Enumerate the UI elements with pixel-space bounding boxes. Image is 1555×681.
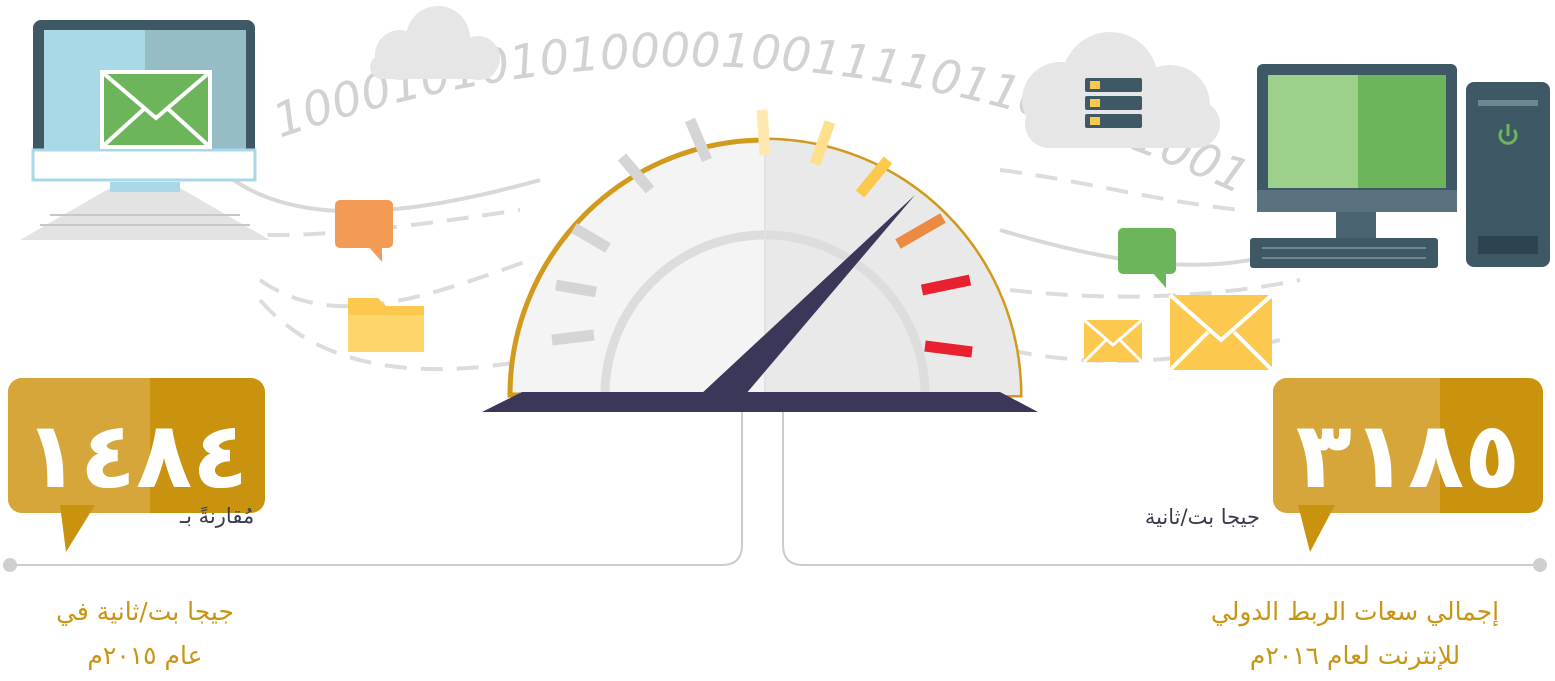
infographic-scene: 1000101010100001001111011001110010100 xyxy=(0,0,1550,572)
line-endpoint-dot xyxy=(1533,558,1547,572)
envelope-icon xyxy=(100,70,212,149)
stat-unit-right: جيجا بت/ثانية xyxy=(1144,505,1260,529)
envelope-icon xyxy=(1082,318,1144,364)
chat-bubble-icon xyxy=(1118,228,1176,288)
caption-right-line2: للإنترنت لعام ٢٠١٦م xyxy=(1249,641,1461,670)
speedometer-gauge xyxy=(482,109,1038,412)
envelope-icon xyxy=(1168,293,1274,372)
stat-value: ١٤٨٤ xyxy=(24,402,249,509)
stat-bubble-right: ٣١٨٥ xyxy=(1273,378,1543,552)
folder-icon xyxy=(348,298,424,352)
gauge-base xyxy=(482,392,1038,412)
chat-bubble-icon xyxy=(335,200,393,262)
caption-left-line1: جيجا بت/ثانية في xyxy=(56,597,234,626)
caption-left-line2: عام ٢٠١٥م xyxy=(87,641,203,670)
stat-unit-left: مُقارنةً بـ xyxy=(180,504,255,528)
line-endpoint-dot xyxy=(3,558,17,572)
server-icon xyxy=(1085,78,1142,128)
desktop-computer-icon xyxy=(1250,64,1550,268)
stat-value: ٣١٨٥ xyxy=(1296,402,1521,509)
cloud-icon xyxy=(370,6,500,80)
caption-right-line1: إجمالي سعات الربط الدولي xyxy=(1210,597,1500,626)
